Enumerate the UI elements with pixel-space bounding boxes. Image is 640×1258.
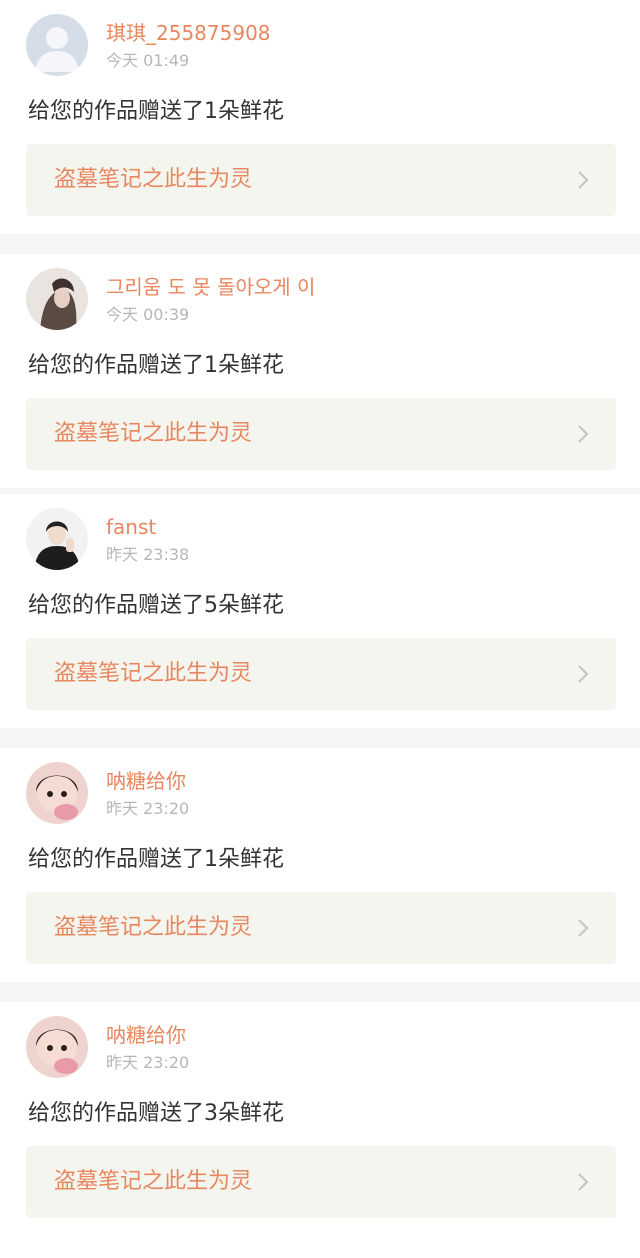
work-title: 盗墓笔记之此生为灵	[54, 1169, 253, 1194]
work-link[interactable]: 盗墓笔记之此生为灵	[26, 638, 616, 710]
baby-photo-avatar[interactable]	[26, 1016, 88, 1078]
notification-card: 琪琪_255875908 今天 01:49 给您的作品赠送了1朵鲜花 盗墓笔记之…	[0, 0, 640, 234]
work-title: 盗墓笔记之此生为灵	[54, 915, 253, 940]
username[interactable]: 呐糖给你	[106, 768, 186, 794]
work-link[interactable]: 盗墓笔记之此生为灵	[26, 892, 616, 964]
gift-message: 给您的作品赠送了1朵鲜花	[28, 847, 284, 872]
notification-card: 呐糖给你 昨天 23:20 给您的作品赠送了1朵鲜花 盗墓笔记之此生为灵	[0, 748, 640, 982]
work-title: 盗墓笔记之此生为灵	[54, 421, 253, 446]
notification-card: fanst 昨天 23:38 给您的作品赠送了5朵鲜花 盗墓笔记之此生为灵	[0, 494, 640, 728]
timestamp: 今天 00:39	[106, 305, 190, 324]
work-link[interactable]: 盗墓笔记之此生为灵	[26, 398, 616, 470]
gift-message: 给您的作品赠送了1朵鲜花	[28, 99, 284, 124]
boy-photo-avatar[interactable]	[26, 508, 88, 570]
notification-card: 그리움 도 못 돌아오게 이 今天 00:39 给您的作品赠送了1朵鲜花 盗墓笔…	[0, 254, 640, 488]
work-link[interactable]: 盗墓笔记之此生为灵	[26, 1146, 616, 1218]
chevron-right-icon	[576, 917, 590, 939]
divider	[0, 234, 640, 254]
work-title: 盗墓笔记之此生为灵	[54, 661, 253, 686]
gift-message: 给您的作品赠送了5朵鲜花	[28, 593, 284, 618]
timestamp: 昨天 23:38	[106, 545, 190, 564]
girl-photo-avatar[interactable]	[26, 268, 88, 330]
chevron-right-icon	[576, 423, 590, 445]
notification-feed: 琪琪_255875908 今天 01:49 给您的作品赠送了1朵鲜花 盗墓笔记之…	[0, 0, 640, 1236]
username[interactable]: fanst	[106, 514, 156, 540]
chevron-right-icon	[576, 663, 590, 685]
gift-message: 给您的作品赠送了1朵鲜花	[28, 353, 284, 378]
default-avatar-icon[interactable]	[26, 14, 88, 76]
work-link[interactable]: 盗墓笔记之此生为灵	[26, 144, 616, 216]
timestamp: 今天 01:49	[106, 51, 190, 70]
gift-message: 给您的作品赠送了3朵鲜花	[28, 1101, 284, 1126]
work-title: 盗墓笔记之此生为灵	[54, 167, 253, 192]
chevron-right-icon	[576, 1171, 590, 1193]
baby-photo-avatar[interactable]	[26, 762, 88, 824]
notification-card: 呐糖给你 昨天 23:20 给您的作品赠送了3朵鲜花 盗墓笔记之此生为灵	[0, 1002, 640, 1236]
username[interactable]: 琪琪_255875908	[106, 20, 271, 46]
timestamp: 昨天 23:20	[106, 799, 190, 818]
divider	[0, 982, 640, 1002]
timestamp: 昨天 23:20	[106, 1053, 190, 1072]
username[interactable]: 呐糖给你	[106, 1022, 186, 1048]
chevron-right-icon	[576, 169, 590, 191]
divider	[0, 728, 640, 748]
username[interactable]: 그리움 도 못 돌아오게 이	[106, 274, 315, 300]
